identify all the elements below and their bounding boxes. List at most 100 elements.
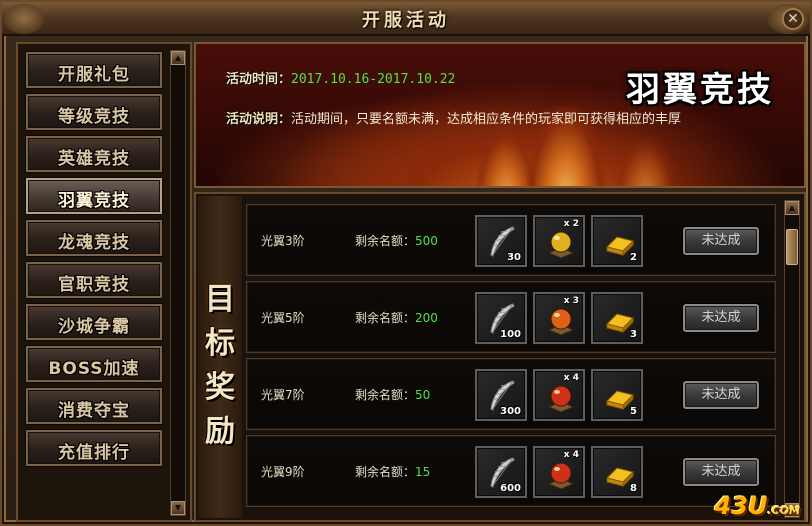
menu-item-label: 官职竞技 — [58, 275, 130, 295]
menu-item-2[interactable]: 英雄竞技 — [26, 136, 162, 172]
activity-window: 开服活动 ✕ ▲ ▼ 开服礼包 等级竞技 英雄竞技 羽翼竞技 龙魂竞技 官职竞技 沙城争霸 B… — [0, 0, 812, 526]
reward-row: 光翼7阶 剩余名额：50 300 x 4 5 未达成 — [246, 358, 776, 430]
scroll-up-icon[interactable]: ▲ — [785, 201, 799, 215]
reward-slot-gold[interactable]: 5 — [591, 369, 643, 421]
orb-icon — [547, 308, 575, 336]
reward-slot-orb[interactable]: x 2 — [533, 215, 585, 267]
event-time-value: 2017.10.16-2017.10.22 — [291, 72, 456, 87]
item-count: 8 — [630, 483, 637, 494]
item-count: 3 — [630, 329, 637, 340]
item-count: 600 — [500, 483, 521, 494]
wing-tier-label: 光翼9阶 — [261, 465, 305, 479]
reward-slot-orb[interactable]: x 4 — [533, 446, 585, 498]
orb-icon — [547, 385, 575, 413]
menu-item-0[interactable]: 开服礼包 — [26, 52, 162, 88]
item-count: 5 — [630, 406, 637, 417]
reward-slot-feather[interactable]: 300 — [475, 369, 527, 421]
reward-slot-feather[interactable]: 100 — [475, 292, 527, 344]
menu-item-8[interactable]: 消费夺宝 — [26, 388, 162, 424]
menu-scrollbar[interactable]: ▲ ▼ — [170, 50, 186, 516]
item-count: 300 — [500, 406, 521, 417]
menu-item-label: 消费夺宝 — [58, 401, 130, 421]
close-icon: ✕ — [787, 11, 799, 27]
activity-menu: ▲ ▼ 开服礼包等级竞技英雄竞技羽翼竞技龙魂竞技官职竞技沙城争霸 BOSS加速 消费… — [16, 42, 192, 522]
menu-item-label: 羽翼竞技 — [58, 191, 130, 211]
item-count: 100 — [500, 329, 521, 340]
quota-label: 剩余名额： — [355, 388, 416, 402]
menu-item-4[interactable]: 龙魂竞技 — [26, 220, 162, 256]
menu-item-9[interactable]: 充值排行 — [26, 430, 162, 466]
watermark-text: 43U — [714, 492, 768, 520]
wing-tier-label: 光翼7阶 — [261, 388, 305, 402]
menu-item-label: BOSS加速 — [48, 359, 140, 379]
menu-item-6[interactable]: 沙城争霸 — [26, 304, 162, 340]
wing-tier-label: 光翼3阶 — [261, 234, 305, 248]
quota-label: 剩余名额： — [355, 311, 416, 325]
event-desc-label: 活动说明： — [226, 112, 292, 127]
side-label-char: 奖 — [205, 370, 235, 405]
claim-status-button[interactable]: 未达成 — [683, 304, 759, 332]
window-title: 开服活动 — [362, 10, 450, 31]
side-label-char: 励 — [205, 414, 235, 449]
quota-value: 200 — [415, 311, 438, 325]
menu-item-label: 等级竞技 — [58, 107, 130, 127]
reward-slot-gold[interactable]: 8 — [591, 446, 643, 498]
target-rewards-label: 目标奖励 — [198, 196, 242, 518]
claim-status-button[interactable]: 未达成 — [683, 227, 759, 255]
claim-status-button[interactable]: 未达成 — [683, 381, 759, 409]
menu-item-label: 开服礼包 — [58, 65, 130, 85]
item-multiplier: x 4 — [563, 373, 579, 383]
remaining-quota: 剩余名额：500 — [355, 232, 438, 249]
item-count: 30 — [507, 252, 521, 263]
event-banner: 羽翼竞技 活动时间：2017.10.16-2017.10.22 活动说明：活动期… — [194, 42, 806, 188]
side-label-char: 标 — [205, 326, 235, 361]
close-button[interactable]: ✕ — [782, 8, 804, 30]
quota-label: 剩余名额： — [355, 234, 416, 248]
banner-title: 羽翼竞技 — [626, 70, 774, 110]
flame-decoration — [616, 136, 676, 186]
event-time-label: 活动时间： — [226, 72, 292, 87]
menu-item-3[interactable]: 羽翼竞技 — [26, 178, 162, 214]
menu-item-5[interactable]: 官职竞技 — [26, 262, 162, 298]
menu-item-label: 充值排行 — [58, 443, 130, 463]
claim-status-button[interactable]: 未达成 — [683, 458, 759, 486]
scroll-down-icon[interactable]: ▼ — [171, 501, 185, 515]
event-time: 活动时间：2017.10.16-2017.10.22 — [226, 68, 455, 87]
remaining-quota: 剩余名额：200 — [355, 309, 438, 326]
scroll-thumb[interactable] — [786, 229, 798, 265]
side-label-char: 目 — [205, 282, 235, 317]
quota-value: 500 — [415, 234, 438, 248]
event-desc-value: 活动期间，只要名额未满，达成相应条件的玩家即可获得相应的丰厚 — [291, 112, 682, 127]
item-count: 2 — [630, 252, 637, 263]
remaining-quota: 剩余名额：15 — [355, 463, 430, 480]
menu-item-1[interactable]: 等级竞技 — [26, 94, 162, 130]
reward-slot-orb[interactable]: x 3 — [533, 292, 585, 344]
reward-slot-feather[interactable]: 30 — [475, 215, 527, 267]
site-watermark: 43U.COM — [715, 492, 800, 520]
rewards-panel: 目标奖励 ▲ ▼ 光翼3阶 剩余名额：500 30 x 2 2 未达成 光翼5阶 剩余名额：2… — [194, 192, 806, 522]
menu-item-label: 沙城争霸 — [58, 317, 130, 337]
menu-item-7[interactable]: BOSS加速 — [26, 346, 162, 382]
quota-value: 50 — [415, 388, 431, 402]
scroll-up-icon[interactable]: ▲ — [171, 51, 185, 65]
flame-decoration — [476, 126, 536, 186]
title-bar: 开服活动 ✕ — [2, 2, 810, 36]
reward-slot-gold[interactable]: 3 — [591, 292, 643, 344]
item-multiplier: x 3 — [563, 296, 579, 306]
remaining-quota: 剩余名额：50 — [355, 386, 430, 403]
reward-slot-gold[interactable]: 2 — [591, 215, 643, 267]
rewards-scrollbar[interactable]: ▲ ▼ — [784, 200, 800, 518]
reward-row: 光翼9阶 剩余名额：15 600 x 4 8 未达成 — [246, 435, 776, 507]
menu-item-label: 龙魂竞技 — [58, 233, 130, 253]
quota-value: 15 — [415, 465, 431, 479]
orb-icon — [547, 462, 575, 490]
item-multiplier: x 4 — [563, 450, 579, 460]
item-multiplier: x 2 — [563, 219, 579, 229]
wing-tier-label: 光翼5阶 — [261, 311, 305, 325]
menu-item-label: 英雄竞技 — [58, 149, 130, 169]
reward-slot-feather[interactable]: 600 — [475, 446, 527, 498]
reward-row: 光翼3阶 剩余名额：500 30 x 2 2 未达成 — [246, 204, 776, 276]
quota-label: 剩余名额： — [355, 465, 416, 479]
reward-slot-orb[interactable]: x 4 — [533, 369, 585, 421]
orb-icon — [547, 231, 575, 259]
